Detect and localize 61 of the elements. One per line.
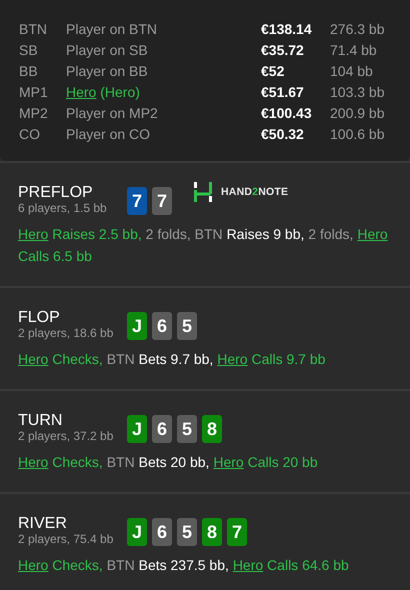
stack-bb: 200.9 bb xyxy=(330,104,386,120)
player-name: Hero (Hero) xyxy=(66,84,141,100)
seat-position: MP2 xyxy=(19,104,49,120)
seat-position: SB xyxy=(19,42,39,58)
stack-bb: 276.3 bb xyxy=(330,20,386,36)
player-name: Player on MP2 xyxy=(66,104,159,120)
street-info: 2 players, 75.4 bb xyxy=(18,533,114,546)
player-name: Player on BTN xyxy=(66,20,158,36)
stack-amount: €100.43 xyxy=(261,104,313,120)
playing-card: 6 xyxy=(152,415,172,443)
player-link[interactable]: Hero xyxy=(213,454,244,470)
playing-card: 5 xyxy=(177,415,197,443)
action-summary: Hero Checks, BTN Bets 20 bb, Hero Calls 20 bb xyxy=(18,453,319,472)
street-name: TURN xyxy=(18,412,64,430)
playing-card: J xyxy=(127,312,147,340)
stack-bb: 104 bb xyxy=(330,62,374,78)
stack-amount: €52 xyxy=(261,62,286,78)
playing-card: 8 xyxy=(202,518,222,546)
action-summary: Hero Raises 2.5 bb, 2 folds, BTN Raises 9 bb, 2 folds, Hero Calls 6.5 bb xyxy=(18,225,389,266)
stack-amount: €138.14 xyxy=(261,20,313,36)
stack-amount: €51.67 xyxy=(261,84,305,100)
street-info: 6 players, 1.5 bb xyxy=(18,202,108,215)
stack-bb: 71.4 bb xyxy=(330,42,378,58)
stack-amount: €50.32 xyxy=(261,126,305,142)
player-link[interactable]: Hero xyxy=(18,454,48,470)
logo-text: HAND2NOTE xyxy=(221,186,288,198)
player-link[interactable]: Hero xyxy=(18,557,48,573)
action-summary: Hero Checks, BTN Bets 237.5 bb, Hero Calls 64.6 bb xyxy=(18,556,350,575)
seat-position: MP1 xyxy=(19,84,49,100)
seat-position: BB xyxy=(19,62,39,78)
street-name: PREFLOP xyxy=(18,184,94,202)
playing-card: 6 xyxy=(152,518,172,546)
playing-card: 5 xyxy=(177,518,197,546)
player-name: Player on SB xyxy=(66,42,149,58)
playing-card: J xyxy=(127,415,147,443)
playing-card: 6 xyxy=(152,312,172,340)
player-link[interactable]: Hero xyxy=(232,557,264,573)
player-name: Player on CO xyxy=(66,126,152,142)
player-link[interactable]: Hero xyxy=(66,84,96,100)
player-link[interactable]: Hero xyxy=(217,351,248,367)
street-name: RIVER xyxy=(18,515,68,533)
playing-card: 7 xyxy=(227,518,247,546)
logo-icon xyxy=(193,182,213,202)
seat-position: BTN xyxy=(19,20,48,36)
seat-position: CO xyxy=(19,126,41,142)
street-info: 2 players, 37.2 bb xyxy=(18,430,114,443)
player-name: Player on BB xyxy=(66,62,149,78)
playing-card: 5 xyxy=(177,312,197,340)
player-link[interactable]: Hero xyxy=(18,351,48,367)
player-link[interactable]: Hero xyxy=(357,226,388,242)
stack-bb: 100.6 bb xyxy=(330,126,386,142)
action-summary: Hero Checks, BTN Bets 9.7 bb, Hero Calls 9.7 bb xyxy=(18,350,326,369)
playing-card: 7 xyxy=(127,187,147,215)
playing-card: 8 xyxy=(202,415,222,443)
street-name: FLOP xyxy=(18,309,61,327)
playing-card: 7 xyxy=(152,187,172,215)
stack-amount: €35.72 xyxy=(261,42,305,58)
player-link[interactable]: Hero xyxy=(18,226,48,242)
street-info: 2 players, 18.6 bb xyxy=(18,327,114,340)
playing-card: J xyxy=(127,518,147,546)
stack-bb: 103.3 bb xyxy=(330,84,386,100)
